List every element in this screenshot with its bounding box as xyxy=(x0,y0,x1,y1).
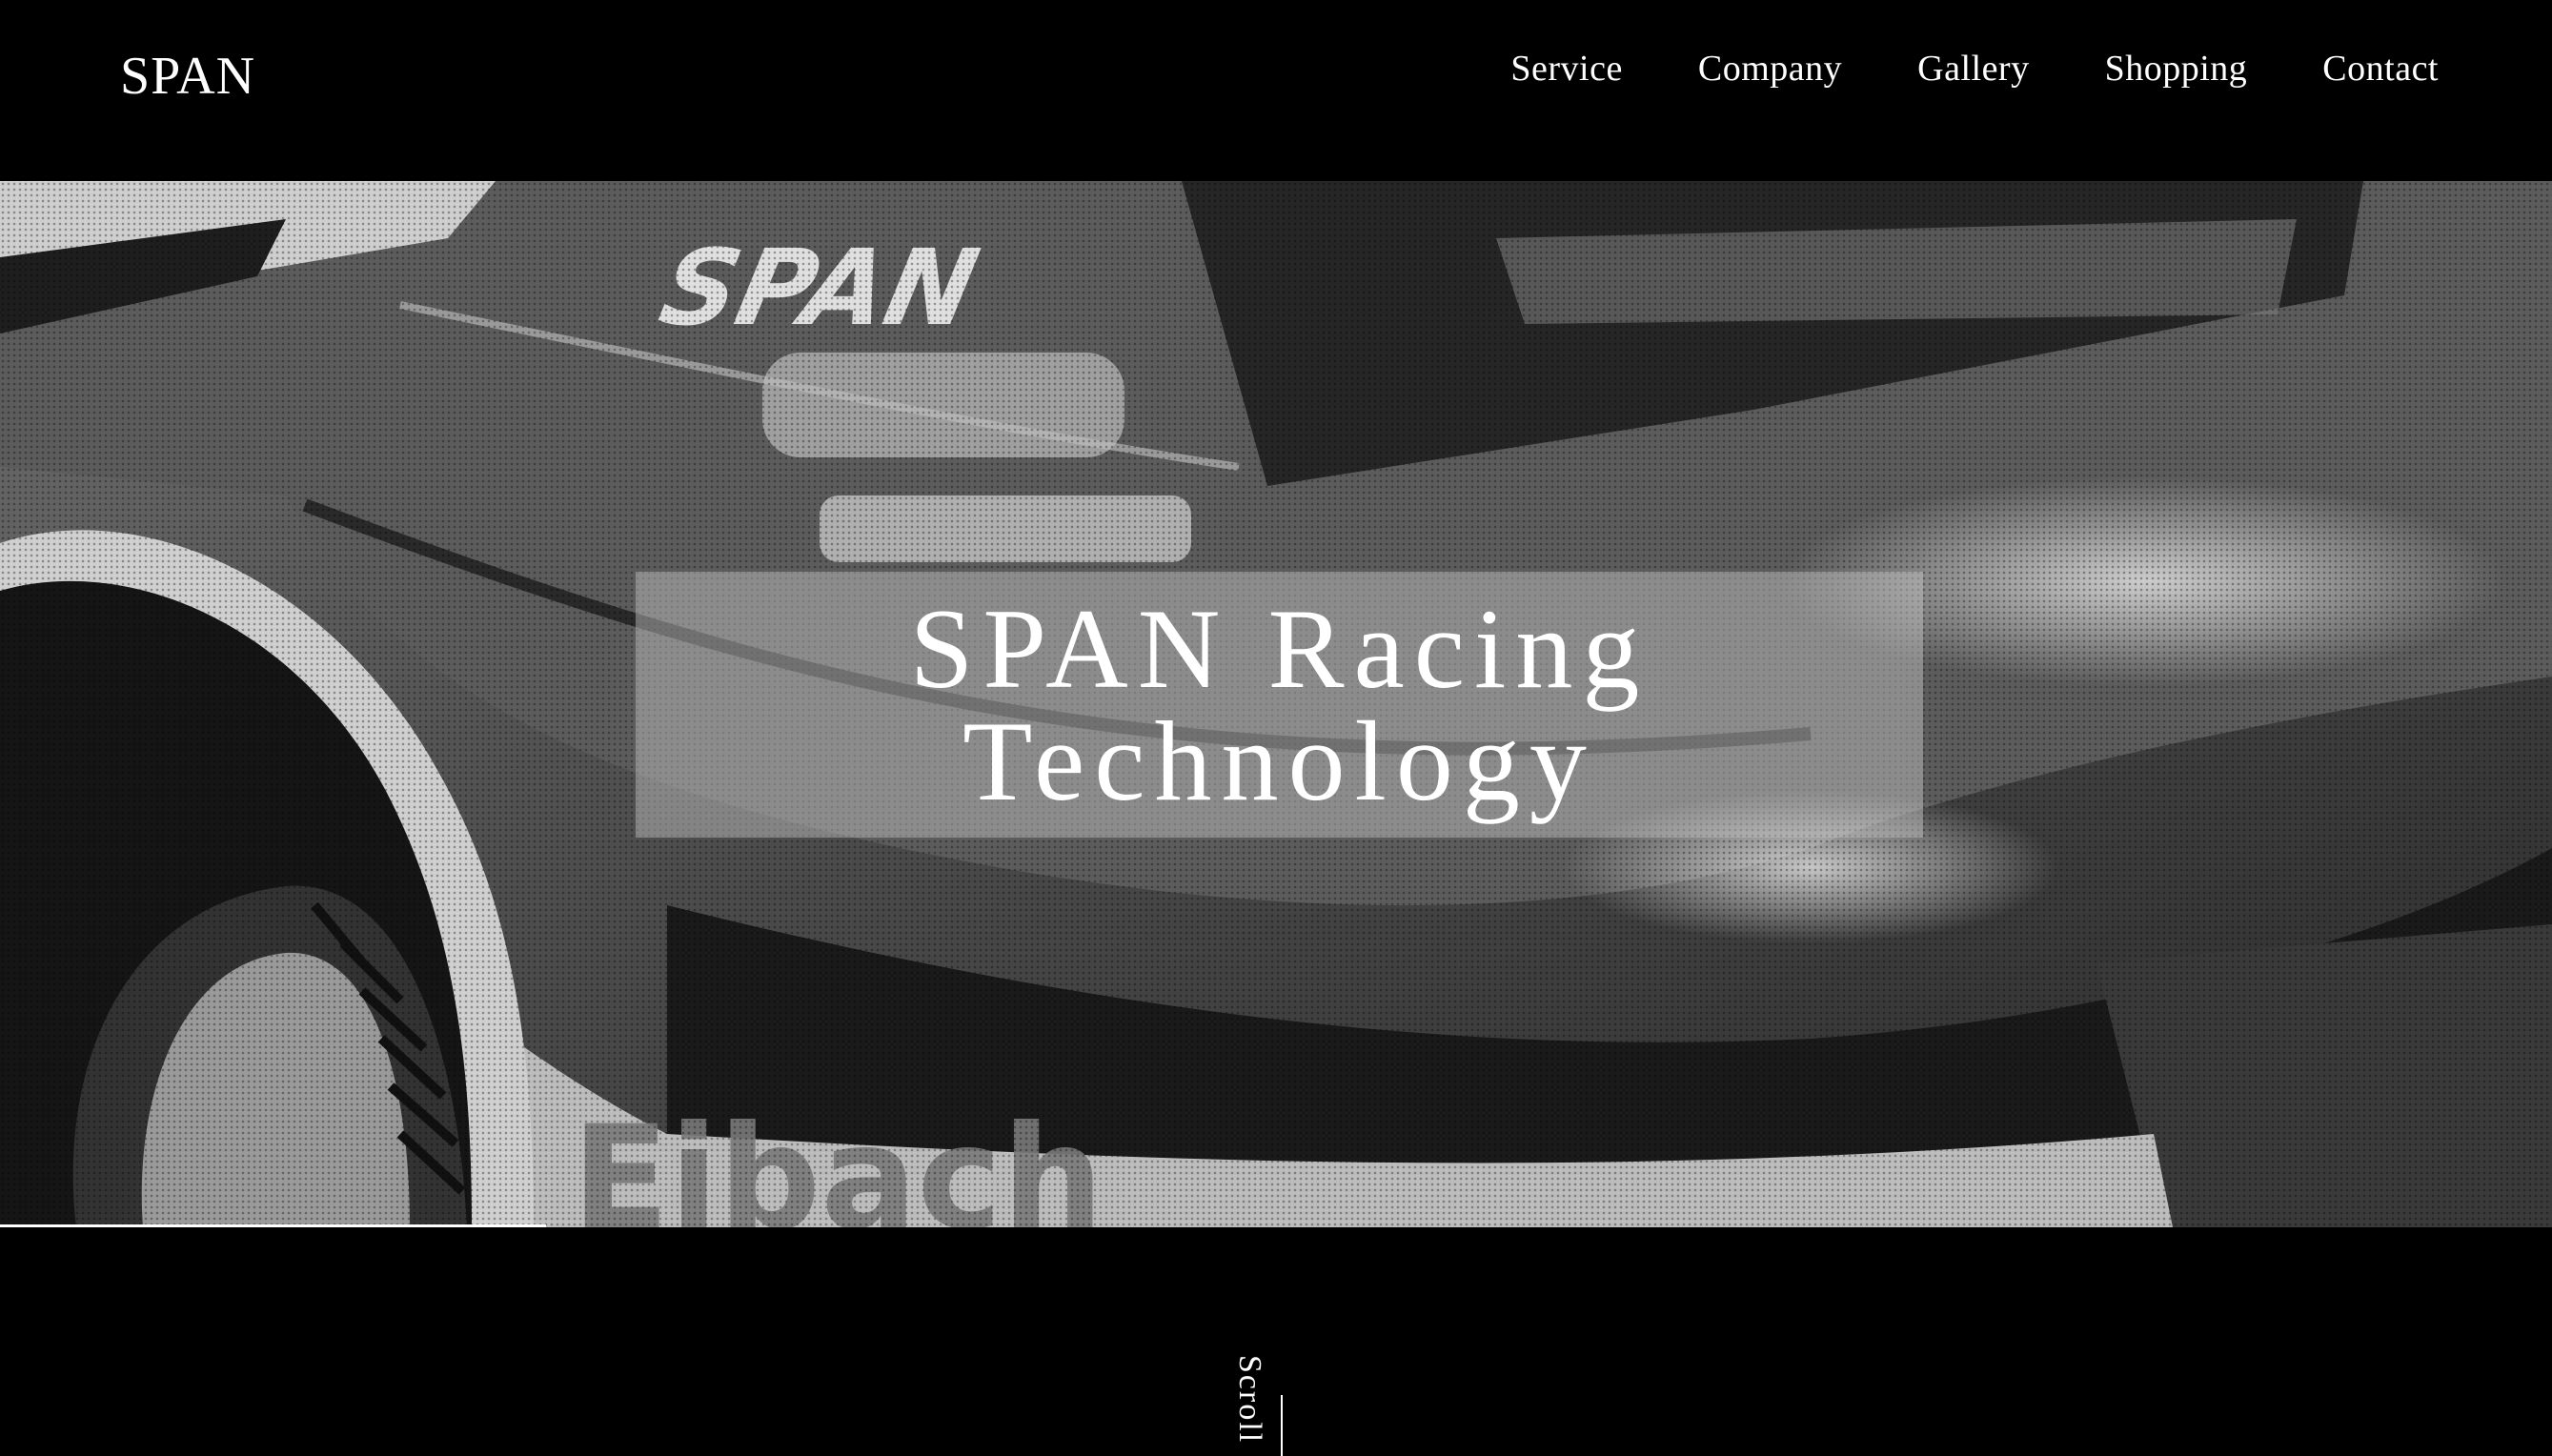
hero-title-box: SPAN Racing Technology xyxy=(636,572,1923,838)
hero-title-line-2: Technology xyxy=(962,697,1596,824)
nav-item-shopping[interactable]: Shopping xyxy=(2105,48,2248,90)
nav-item-service[interactable]: Service xyxy=(1510,48,1622,90)
nav-item-gallery[interactable]: Gallery xyxy=(1917,48,2029,90)
hero-title-line-1: SPAN Racing xyxy=(909,584,1650,712)
scroll-indicator[interactable]: Scroll xyxy=(1231,1355,1283,1456)
nav-item-company[interactable]: Company xyxy=(1698,48,1842,90)
main-nav: Service Company Gallery Shopping Contact xyxy=(1510,48,2439,90)
slide-progress-bar xyxy=(0,1224,546,1227)
scroll-line-icon xyxy=(1281,1395,1283,1456)
decal-sponsor: Eibach xyxy=(572,1096,1104,1227)
site-logo[interactable]: SPAN xyxy=(120,46,255,107)
site-header: SPAN Service Company Gallery Shopping Co… xyxy=(0,0,2552,181)
scroll-label: Scroll xyxy=(1232,1355,1267,1445)
nav-item-contact[interactable]: Contact xyxy=(2322,48,2439,90)
hero-slideshow: SPAN Eibach SPAN Racing Technology xyxy=(0,181,2552,1227)
decal-span-logo: SPAN xyxy=(650,228,987,350)
